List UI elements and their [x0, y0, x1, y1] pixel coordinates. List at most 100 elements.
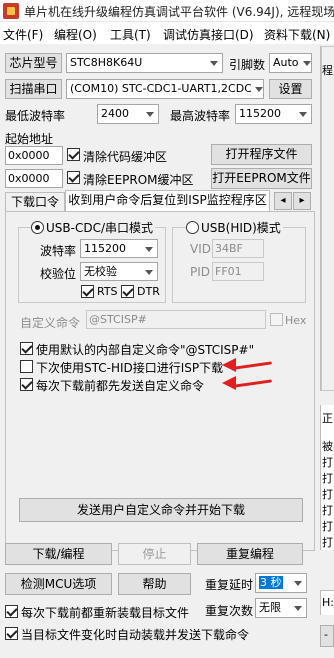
repeat-delay-label: 重复延时	[205, 578, 254, 592]
title-bar: 单片机在线升级编程仿真调试平台软件 (V6.94J), 远程现场	[0, 0, 334, 22]
repeat-program-button[interactable]: 重复编程	[197, 543, 303, 565]
baud-label: 波特率	[40, 244, 77, 258]
max-baud-label: 最高波特率	[170, 109, 231, 123]
open-eeprom-button[interactable]: 打开EEPROM文件	[211, 168, 312, 189]
auto-reload-checkbox[interactable]	[5, 627, 18, 640]
clear-eeprom-label: 清除EEPROM缓冲区	[83, 173, 194, 187]
cdc-baud-value: 115200	[84, 242, 126, 255]
tab-scroll-right-icon[interactable]: ▸	[293, 192, 311, 210]
chevron-down-icon[interactable]	[141, 240, 157, 257]
parity-select[interactable]: 无校验	[80, 262, 158, 281]
log-line: 打	[322, 456, 333, 469]
open-program-button[interactable]: 打开程序文件	[211, 144, 312, 165]
clear-eeprom-checkbox[interactable]	[67, 171, 80, 184]
chevron-down-icon[interactable]	[299, 54, 311, 72]
menu-debug[interactable]: 调试仿真接口(D)	[163, 26, 254, 43]
menu-program[interactable]: 编程(O)	[54, 26, 97, 43]
cdc-mode-radio[interactable]	[31, 221, 44, 234]
custom-command-input[interactable]: @STCISP#	[86, 310, 266, 329]
status-label: H:	[322, 596, 334, 609]
menu-tools[interactable]: 工具(T)	[110, 26, 151, 43]
rts-label: RTS	[97, 285, 118, 298]
send-before-download-checkbox[interactable]	[20, 378, 33, 391]
chevron-down-icon[interactable]	[290, 599, 306, 617]
scan-port-button[interactable]: 扫描串口	[5, 79, 62, 99]
code-address-input[interactable]: 0x0000	[5, 146, 63, 165]
pid-input[interactable]: FF01	[212, 262, 264, 281]
max-baud-value: 115200	[239, 107, 281, 120]
right-pane-top	[320, 46, 334, 391]
right-pane-button-label: -	[324, 628, 328, 641]
chip-model-value: STC8H8K64U	[70, 56, 143, 69]
chip-model-button[interactable]: 芯片型号	[5, 53, 62, 73]
log-line: 打	[322, 472, 333, 485]
pins-value: Auto	[273, 56, 299, 69]
dtr-label: DTR	[137, 285, 160, 298]
vid-label: VID	[190, 242, 211, 256]
hid-mode-radio[interactable]	[186, 221, 199, 234]
chip-model-select[interactable]: STC8H8K64U	[66, 53, 223, 73]
chevron-down-icon[interactable]	[251, 80, 263, 98]
clear-code-label: 清除代码缓冲区	[83, 150, 168, 164]
repeat-delay-select[interactable]: 3 秒	[255, 573, 307, 593]
parity-label: 校验位	[40, 267, 77, 281]
send-before-download-label: 每次下载前都先发送自定义命令	[36, 379, 205, 393]
cdc-mode-label: USB-CDC/串口模式	[44, 219, 156, 236]
min-baud-select[interactable]: 2400	[97, 104, 159, 124]
stop-button[interactable]: 停止	[118, 543, 191, 565]
chevron-down-icon[interactable]	[290, 574, 306, 592]
eeprom-address-input[interactable]: 0x0000	[5, 169, 63, 188]
log-line: 打	[322, 488, 333, 501]
send-custom-command-button[interactable]: 发送用户自定义命令并开始下载	[19, 498, 303, 522]
hid-mode-label: USB(HID)模式	[199, 219, 283, 236]
help-button[interactable]: 帮助	[118, 573, 191, 595]
right-pane-label: 程	[322, 64, 333, 77]
parity-value: 无校验	[84, 265, 117, 278]
dtr-checkbox[interactable]	[121, 285, 134, 298]
next-hid-label: 下次使用STC-HID接口进行ISP下载	[36, 361, 224, 375]
port-value: (COM10) STC-CDC1-UART1,2CDC+HID	[70, 82, 264, 95]
hex-checkbox[interactable]	[270, 313, 283, 326]
cdc-baud-select[interactable]: 115200	[80, 239, 158, 258]
rts-checkbox[interactable]	[81, 285, 94, 298]
annotation-arrow-icon	[222, 376, 236, 390]
pins-select[interactable]: Auto	[269, 53, 312, 73]
menu-bar: 文件(F) 编程(O) 工具(T) 调试仿真接口(D) 资料下载(N)	[0, 22, 334, 44]
detect-mcu-button[interactable]: 检测MCU选项	[5, 573, 112, 595]
min-baud-value: 2400	[101, 107, 129, 120]
tab-scroll-left-icon[interactable]: ◂	[274, 192, 292, 210]
tab-download-port[interactable]: 下载口令	[5, 192, 65, 212]
repeat-count-select[interactable]: 无限	[255, 598, 307, 618]
pins-label: 引脚数	[229, 58, 266, 72]
hex-label: Hex	[285, 314, 307, 327]
next-hid-checkbox[interactable]	[20, 360, 33, 373]
chevron-down-icon[interactable]	[141, 263, 157, 280]
auto-reload-label: 当目标文件变化时自动装载并发送下载命令	[21, 628, 250, 642]
max-baud-select[interactable]: 115200	[235, 104, 312, 124]
log-line: 打	[322, 520, 333, 533]
pid-label: PID	[190, 265, 211, 279]
download-button[interactable]: 下载/编程	[5, 543, 112, 565]
log-line: 打	[322, 504, 333, 517]
chevron-down-icon[interactable]	[206, 54, 222, 72]
use-default-command-checkbox[interactable]	[20, 342, 33, 355]
custom-command-label: 自定义命令	[20, 316, 81, 330]
chevron-down-icon[interactable]	[142, 105, 158, 123]
port-settings-button[interactable]: 设置	[269, 79, 312, 99]
clear-code-checkbox[interactable]	[67, 148, 80, 161]
log-line: 被	[322, 440, 333, 453]
app-icon	[3, 3, 19, 19]
menu-downloads[interactable]: 资料下载(N)	[264, 26, 330, 43]
vid-input[interactable]: 34BF	[212, 239, 264, 258]
tab-isp-monitor[interactable]: 收到用户命令后复位到ISP监控程序区	[65, 190, 270, 212]
port-select[interactable]: (COM10) STC-CDC1-UART1,2CDC+HID	[66, 79, 264, 99]
menu-file[interactable]: 文件(F)	[3, 26, 43, 43]
log-line: 打	[322, 536, 333, 549]
min-baud-label: 最低波特率	[5, 109, 66, 123]
chevron-down-icon[interactable]	[295, 105, 311, 123]
annotation-arrow-icon	[222, 358, 236, 372]
reload-before-download-checkbox[interactable]	[5, 605, 18, 618]
log-line: 正	[322, 412, 333, 425]
start-address-label: 起始地址	[5, 132, 54, 146]
window-title: 单片机在线升级编程仿真调试平台软件 (V6.94J), 远程现场	[24, 5, 334, 19]
